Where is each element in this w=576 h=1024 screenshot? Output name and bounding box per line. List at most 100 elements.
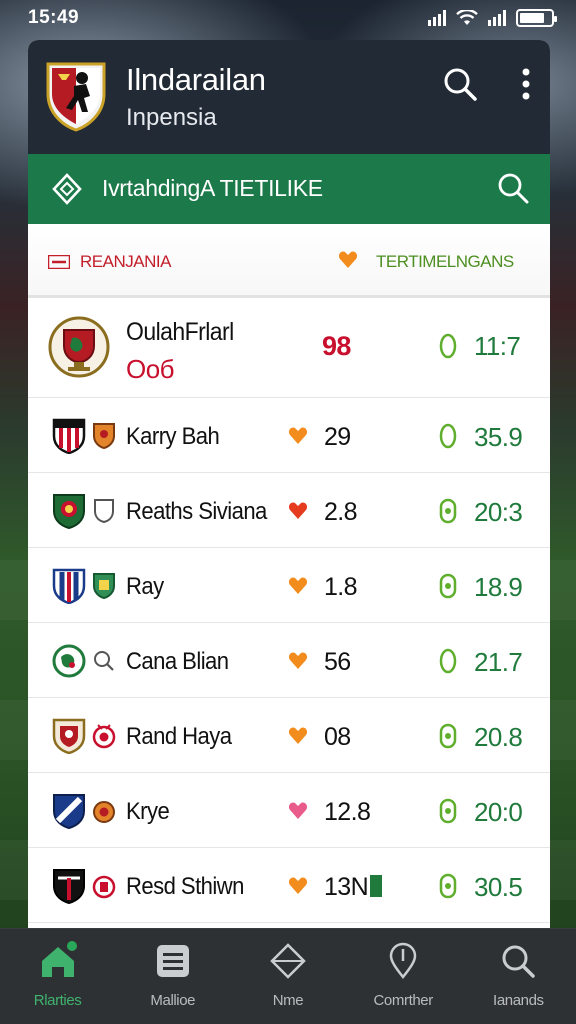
notification-dot [64,939,79,953]
featured-mid-value: 98 [322,331,351,361]
green-shield-icon [53,494,85,529]
nav-label: Comrther [373,992,434,1009]
status-bar: 15:49 [0,0,576,36]
red-shield-icon [52,718,86,754]
status-time: 15:49 [28,7,80,28]
mid-value: 2.8 [324,498,358,526]
app-header: Ilndarailan Inpensia [28,40,550,154]
bottom-navigation: Rlarties Mallioe Nme Comrther Ianands [0,928,576,1024]
heart-icon [288,802,308,819]
team-name: Ray [126,573,164,600]
secondary-signal-icon [488,10,506,26]
orange-shield-icon [93,423,115,450]
mid-value: 13N [324,873,383,902]
table-row[interactable]: Resd Sthiwn 13N 30.5 [28,848,550,923]
nav-label: Rlarties [33,992,82,1009]
blue-striped-shield-icon [52,568,86,604]
nav-item-menu[interactable]: Mallioe [118,929,228,1024]
status-ring-icon [439,333,457,359]
battery-icon [516,9,557,27]
score: 18.9 [474,572,523,602]
featured-team-sub: Ooб [126,354,175,384]
table-row[interactable]: Ray 1.8 18.9 [28,548,550,623]
table-row[interactable]: Reaths Siviana 2.8 20:3 [28,473,550,548]
nav-item-location[interactable]: Comrther [348,929,458,1024]
outline-shield-icon [94,499,114,524]
filter-bar-title: IvrtahdingA TIETILIKE [102,175,323,201]
score: 21.7 [474,647,523,677]
black-shield-icon [53,869,85,904]
heart-icon [288,877,308,894]
nav-item-pitch[interactable]: Nme [233,929,343,1024]
nav-item-home[interactable]: Rlarties [3,929,113,1024]
heart-icon [288,727,308,744]
mid-value: 29 [324,423,351,451]
nav-label: Mallioe [150,992,196,1009]
score: 20:3 [474,497,523,527]
search-icon[interactable] [442,66,478,102]
mid-value: 56 [324,648,351,676]
live-bar-icon [370,875,383,897]
status-ring-icon [439,573,457,599]
filter-search-icon[interactable] [496,171,530,205]
team-name: Krye [126,798,170,825]
more-options-icon[interactable] [508,66,544,102]
heart-icon [338,251,358,268]
app-title: Ilndarailan [126,62,266,97]
table-row[interactable]: Rand Haya 08 20.8 [28,698,550,773]
pitch-icon [270,943,306,979]
score: 35.9 [474,422,523,452]
team-name: Rand Haya [126,723,232,750]
heart-icon [288,577,308,594]
mid-value-text: 13N [324,873,369,901]
wifi-icon [456,10,478,25]
nav-item-search[interactable]: Ianands [463,929,573,1024]
menu-icon [156,945,189,977]
status-ring-icon [439,873,457,899]
team-name: Cana Blian [126,648,229,675]
location-icon [389,942,417,980]
status-ring-icon [439,798,457,824]
heart-icon [288,502,308,519]
team-name: Resd Sthiwn [126,873,244,900]
mid-value: 12.8 [324,798,371,826]
score: 30.5 [474,872,523,902]
status-ring-icon [439,423,457,449]
status-ring-icon [439,648,457,674]
score: 20:0 [474,797,523,827]
featured-score: 11:7 [474,331,521,361]
section-header: REANJANIA TERTIMELNGANS [28,224,550,298]
mid-value: 08 [324,723,351,751]
standings-list: OulahFrlarl Ooб 98 11:7 Karry Bah 29 35.… [28,298,550,928]
mid-value: 1.8 [324,573,358,601]
section-right-label[interactable]: TERTIMELNGANS [376,252,514,272]
nav-label: Nme [272,992,304,1009]
search-icon [502,945,536,978]
club-crest-icon [46,62,106,132]
status-ring-icon [439,723,457,749]
table-row[interactable]: Karry Bah 29 35.9 [28,398,550,473]
green-crest-icon [93,573,115,600]
trophy-badge-icon [48,316,110,378]
blue-shield-icon [53,794,85,829]
section-left-label[interactable]: REANJANIA [80,252,171,272]
green-round-badge-icon [52,644,86,678]
table-row[interactable]: Krye 12.8 20:0 [28,773,550,848]
featured-row[interactable]: OulahFrlarl Ooб 98 11:7 [28,298,550,398]
red-round-badge-icon [92,724,116,749]
table-row[interactable]: Cana Blian 56 21.7 [28,623,550,698]
score: 20.8 [474,722,523,752]
heart-icon [288,652,308,669]
filter-bar[interactable]: IvrtahdingA TIETILIKE [28,154,550,224]
main-card: Ilndarailan Inpensia IvrtahdingA TIETILI… [28,40,550,928]
red-crest-icon [92,875,116,899]
status-ring-icon [439,498,457,524]
striped-shield-icon [52,418,86,454]
nav-label: Ianands [493,992,544,1009]
orange-round-badge-icon [93,801,115,823]
featured-team-name: OulahFrlarl [126,318,234,346]
search-outline-icon [94,651,114,671]
cellular-signal-icon [428,10,446,26]
team-name: Reaths Siviana [126,498,267,525]
team-name: Karry Bah [126,423,220,450]
